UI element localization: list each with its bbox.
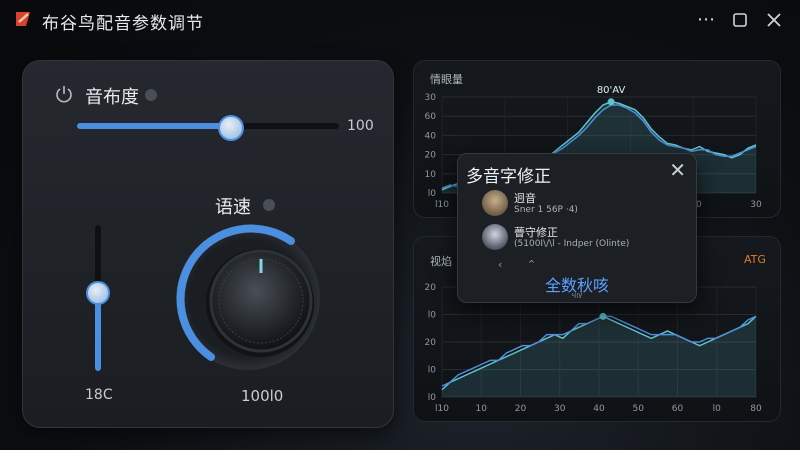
volume-slider[interactable] xyxy=(77,115,339,141)
y-tick-label: l0 xyxy=(428,366,437,376)
x-tick-label: l10 xyxy=(435,404,449,414)
item-subtitle: Sner 1 56Ρ ·4) xyxy=(514,205,578,215)
speed-label: 语速 xyxy=(215,197,251,218)
close-button[interactable] xyxy=(762,8,786,32)
avatar xyxy=(482,190,508,216)
control-panel: 音布度 100 语速 18C 100l0 xyxy=(22,60,394,428)
speed-indicator-dot xyxy=(263,199,275,211)
vertical-slider-thumb[interactable] xyxy=(86,281,110,305)
peak-marker xyxy=(607,98,615,106)
close-icon: ✕ xyxy=(669,158,686,182)
dialog-close-button[interactable]: ✕ xyxy=(669,158,686,182)
more-horizontal-icon: ⋯ xyxy=(697,9,715,30)
maximize-icon xyxy=(733,13,747,27)
dialog-list-item[interactable]: 迥音 Sner 1 56Ρ ·4) xyxy=(482,188,682,218)
close-icon xyxy=(767,13,781,27)
y-tick-label: 20 xyxy=(425,338,437,348)
y-tick-label: 60 xyxy=(425,112,437,122)
x-tick-label: 40 xyxy=(593,404,605,414)
y-tick-label: l0 xyxy=(428,393,437,403)
y-tick-label: 40 xyxy=(425,131,437,141)
y-tick-label: 30 xyxy=(425,93,437,103)
dialog-title: 多音字修正 xyxy=(466,167,551,187)
x-tick-label: 50 xyxy=(633,404,645,414)
x-tick-label: 60 xyxy=(672,404,684,414)
y-tick-label: 20 xyxy=(425,283,437,293)
more-options-button[interactable]: ⋯ xyxy=(694,8,718,32)
y-tick-label: 10 xyxy=(425,170,437,180)
volume-slider-fill xyxy=(77,123,229,129)
speed-knob[interactable] xyxy=(173,223,323,373)
title-bar: 布谷鸟配音参数调节 ⋯ xyxy=(0,0,800,40)
polyphone-dialog: 多音字修正 ✕ 迥音 Sner 1 56Ρ ·4) 瞢守修正 (5100I\/\… xyxy=(457,153,697,303)
vertical-slider-value: 18C xyxy=(85,387,113,403)
volume-value: 100 xyxy=(347,118,374,134)
dialog-scroll-hints: ‹ ⌃ xyxy=(498,258,537,271)
confirm-subtext: ЧIУ xyxy=(571,292,583,300)
speed-value: 100l0 xyxy=(241,387,284,405)
item-subtitle: (5100I\/\l - Indper (Olinte) xyxy=(514,239,630,249)
item-name: 瞢守修正 xyxy=(514,226,558,239)
vertical-slider[interactable] xyxy=(86,225,110,371)
x-tick-label: 10 xyxy=(476,404,488,414)
app-title: 布谷鸟配音参数调节 xyxy=(42,14,204,34)
volume-indicator-dot xyxy=(145,89,157,101)
power-icon[interactable] xyxy=(53,83,75,105)
dialog-list-item[interactable]: 瞢守修正 (5100I\/\l - Indper (Olinte) xyxy=(482,222,682,252)
peak-marker xyxy=(599,312,607,320)
x-tick-label: 30 xyxy=(750,200,762,210)
avatar xyxy=(482,224,508,250)
y-tick-label: l0 xyxy=(428,189,437,199)
peak-label: 80'AV xyxy=(597,85,626,96)
x-tick-label: l10 xyxy=(435,200,449,210)
x-tick-label: 20 xyxy=(515,404,527,414)
x-tick-label: l0 xyxy=(713,404,722,414)
volume-slider-thumb[interactable] xyxy=(218,115,244,141)
y-tick-label: l0 xyxy=(428,311,437,321)
app-logo-icon xyxy=(16,12,30,26)
x-tick-label: 30 xyxy=(554,404,566,414)
y-tick-label: 20 xyxy=(425,151,437,161)
x-tick-label: 80 xyxy=(750,404,762,414)
item-name: 迥音 xyxy=(514,192,536,205)
series-area xyxy=(442,316,756,397)
maximize-button[interactable] xyxy=(728,8,752,32)
volume-label: 音布度 xyxy=(85,87,139,108)
